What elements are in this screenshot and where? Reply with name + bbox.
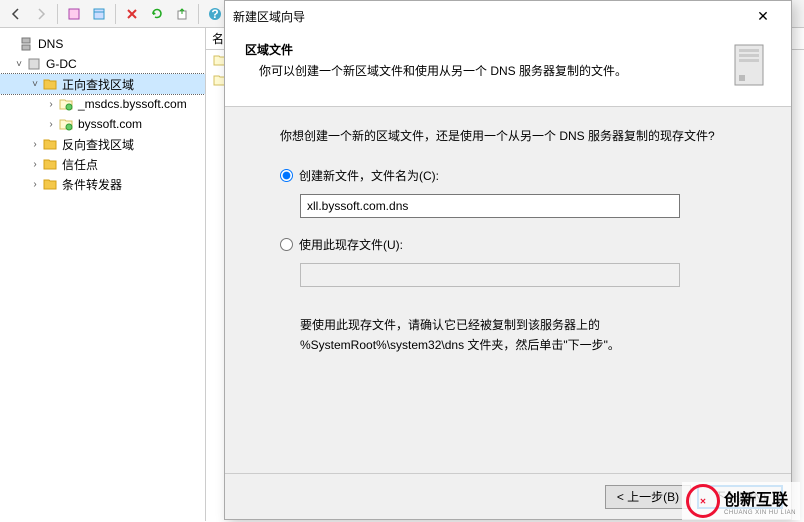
watermark: ✕ 创新互联 CHUANG XIN HU LIAN xyxy=(682,482,800,520)
folder-icon xyxy=(42,176,58,192)
tree-label: 条件转发器 xyxy=(62,176,122,193)
dialog-header-sub: 你可以创建一个新区域文件和使用从另一个 DNS 服务器复制的文件。 xyxy=(245,62,729,79)
dialog-titlebar: 新建区域向导 ✕ xyxy=(225,1,791,31)
note-text: 要使用此现存文件，请确认它已经被复制到该服务器上的 %SystemRoot%\s… xyxy=(300,315,736,356)
server-icon xyxy=(26,56,42,72)
close-icon[interactable]: ✕ xyxy=(743,8,783,25)
expand-toggle[interactable]: › xyxy=(28,159,42,170)
tree-root-dns[interactable]: DNS xyxy=(0,34,205,54)
expand-toggle[interactable]: › xyxy=(28,179,42,190)
tree-trust-points[interactable]: › 信任点 xyxy=(0,154,205,174)
filename-input[interactable] xyxy=(300,194,680,218)
tree-cond-forwarders[interactable]: › 条件转发器 xyxy=(0,174,205,194)
expand-toggle[interactable]: › xyxy=(28,139,42,150)
radio-use-existing[interactable]: 使用此现存文件(U): xyxy=(280,236,736,253)
tree-label: byssoft.com xyxy=(78,117,142,131)
tree-label: 正向查找区域 xyxy=(62,76,134,93)
folder-icon xyxy=(42,156,58,172)
zone-icon xyxy=(58,116,74,132)
expand-toggle[interactable]: › xyxy=(44,99,58,110)
refresh-icon[interactable] xyxy=(145,2,169,26)
collapse-toggle[interactable]: ˅ xyxy=(12,59,26,70)
tree-zone-main[interactable]: › byssoft.com xyxy=(0,114,205,134)
new-window-icon[interactable] xyxy=(62,2,86,26)
logo-icon: ✕ xyxy=(686,484,720,518)
tree-label: 信任点 xyxy=(62,156,98,173)
dialog-title-text: 新建区域向导 xyxy=(233,8,743,25)
radio-existing-input[interactable] xyxy=(280,238,293,251)
tree-zone-msdcs[interactable]: › _msdcs.byssoft.com xyxy=(0,94,205,114)
radio-label: 创建新文件，文件名为(C): xyxy=(299,167,439,184)
dialog-header-title: 区域文件 xyxy=(245,41,729,58)
tree-reverse-lookup[interactable]: › 反向查找区域 xyxy=(0,134,205,154)
delete-icon[interactable] xyxy=(120,2,144,26)
back-icon[interactable] xyxy=(4,2,28,26)
folder-icon xyxy=(42,76,58,92)
radio-label: 使用此现存文件(U): xyxy=(299,236,403,253)
svg-text:?: ? xyxy=(211,7,218,21)
existing-file-input xyxy=(300,263,680,287)
collapse-toggle[interactable]: ˅ xyxy=(28,79,42,90)
server-graphic-icon xyxy=(729,41,771,92)
expand-toggle[interactable]: › xyxy=(44,119,58,130)
watermark-brand: 创新互联 xyxy=(724,486,796,510)
column-label: 名 xyxy=(212,30,224,47)
export-icon[interactable] xyxy=(170,2,194,26)
forward-icon[interactable] xyxy=(29,2,53,26)
dialog-body: 你想创建一个新的区域文件，还是使用一个从另一个 DNS 服务器复制的现存文件? … xyxy=(225,107,791,366)
radio-create-new[interactable]: 创建新文件，文件名为(C): xyxy=(280,167,736,184)
tree-forward-lookup[interactable]: ˅ 正向查找区域 xyxy=(0,74,205,94)
tree-label: _msdcs.byssoft.com xyxy=(78,97,187,111)
tree-label: 反向查找区域 xyxy=(62,136,134,153)
tree-label: DNS xyxy=(38,37,63,51)
tree-panel: DNS ˅ G-DC ˅ 正向查找区域 › _msdcs.byssoft.com… xyxy=(0,28,206,521)
back-button[interactable]: < 上一步(B) xyxy=(605,485,691,509)
wizard-dialog: 新建区域向导 ✕ 区域文件 你可以创建一个新区域文件和使用从另一个 DNS 服务… xyxy=(224,0,792,520)
dialog-header: 区域文件 你可以创建一个新区域文件和使用从另一个 DNS 服务器复制的文件。 xyxy=(225,31,791,107)
tree-label: G-DC xyxy=(46,57,77,71)
radio-create-input[interactable] xyxy=(280,169,293,182)
properties-icon[interactable] xyxy=(87,2,111,26)
note-line: 要使用此现存文件，请确认它已经被复制到该服务器上的 xyxy=(300,315,736,335)
dialog-question: 你想创建一个新的区域文件，还是使用一个从另一个 DNS 服务器复制的现存文件? xyxy=(280,127,736,145)
watermark-sub: CHUANG XIN HU LIAN xyxy=(724,510,796,516)
dns-icon xyxy=(18,36,34,52)
zone-icon xyxy=(58,96,74,112)
tree-server[interactable]: ˅ G-DC xyxy=(0,54,205,74)
note-line: %SystemRoot%\system32\dns 文件夹，然后单击"下一步"。 xyxy=(300,335,736,355)
folder-icon xyxy=(42,136,58,152)
